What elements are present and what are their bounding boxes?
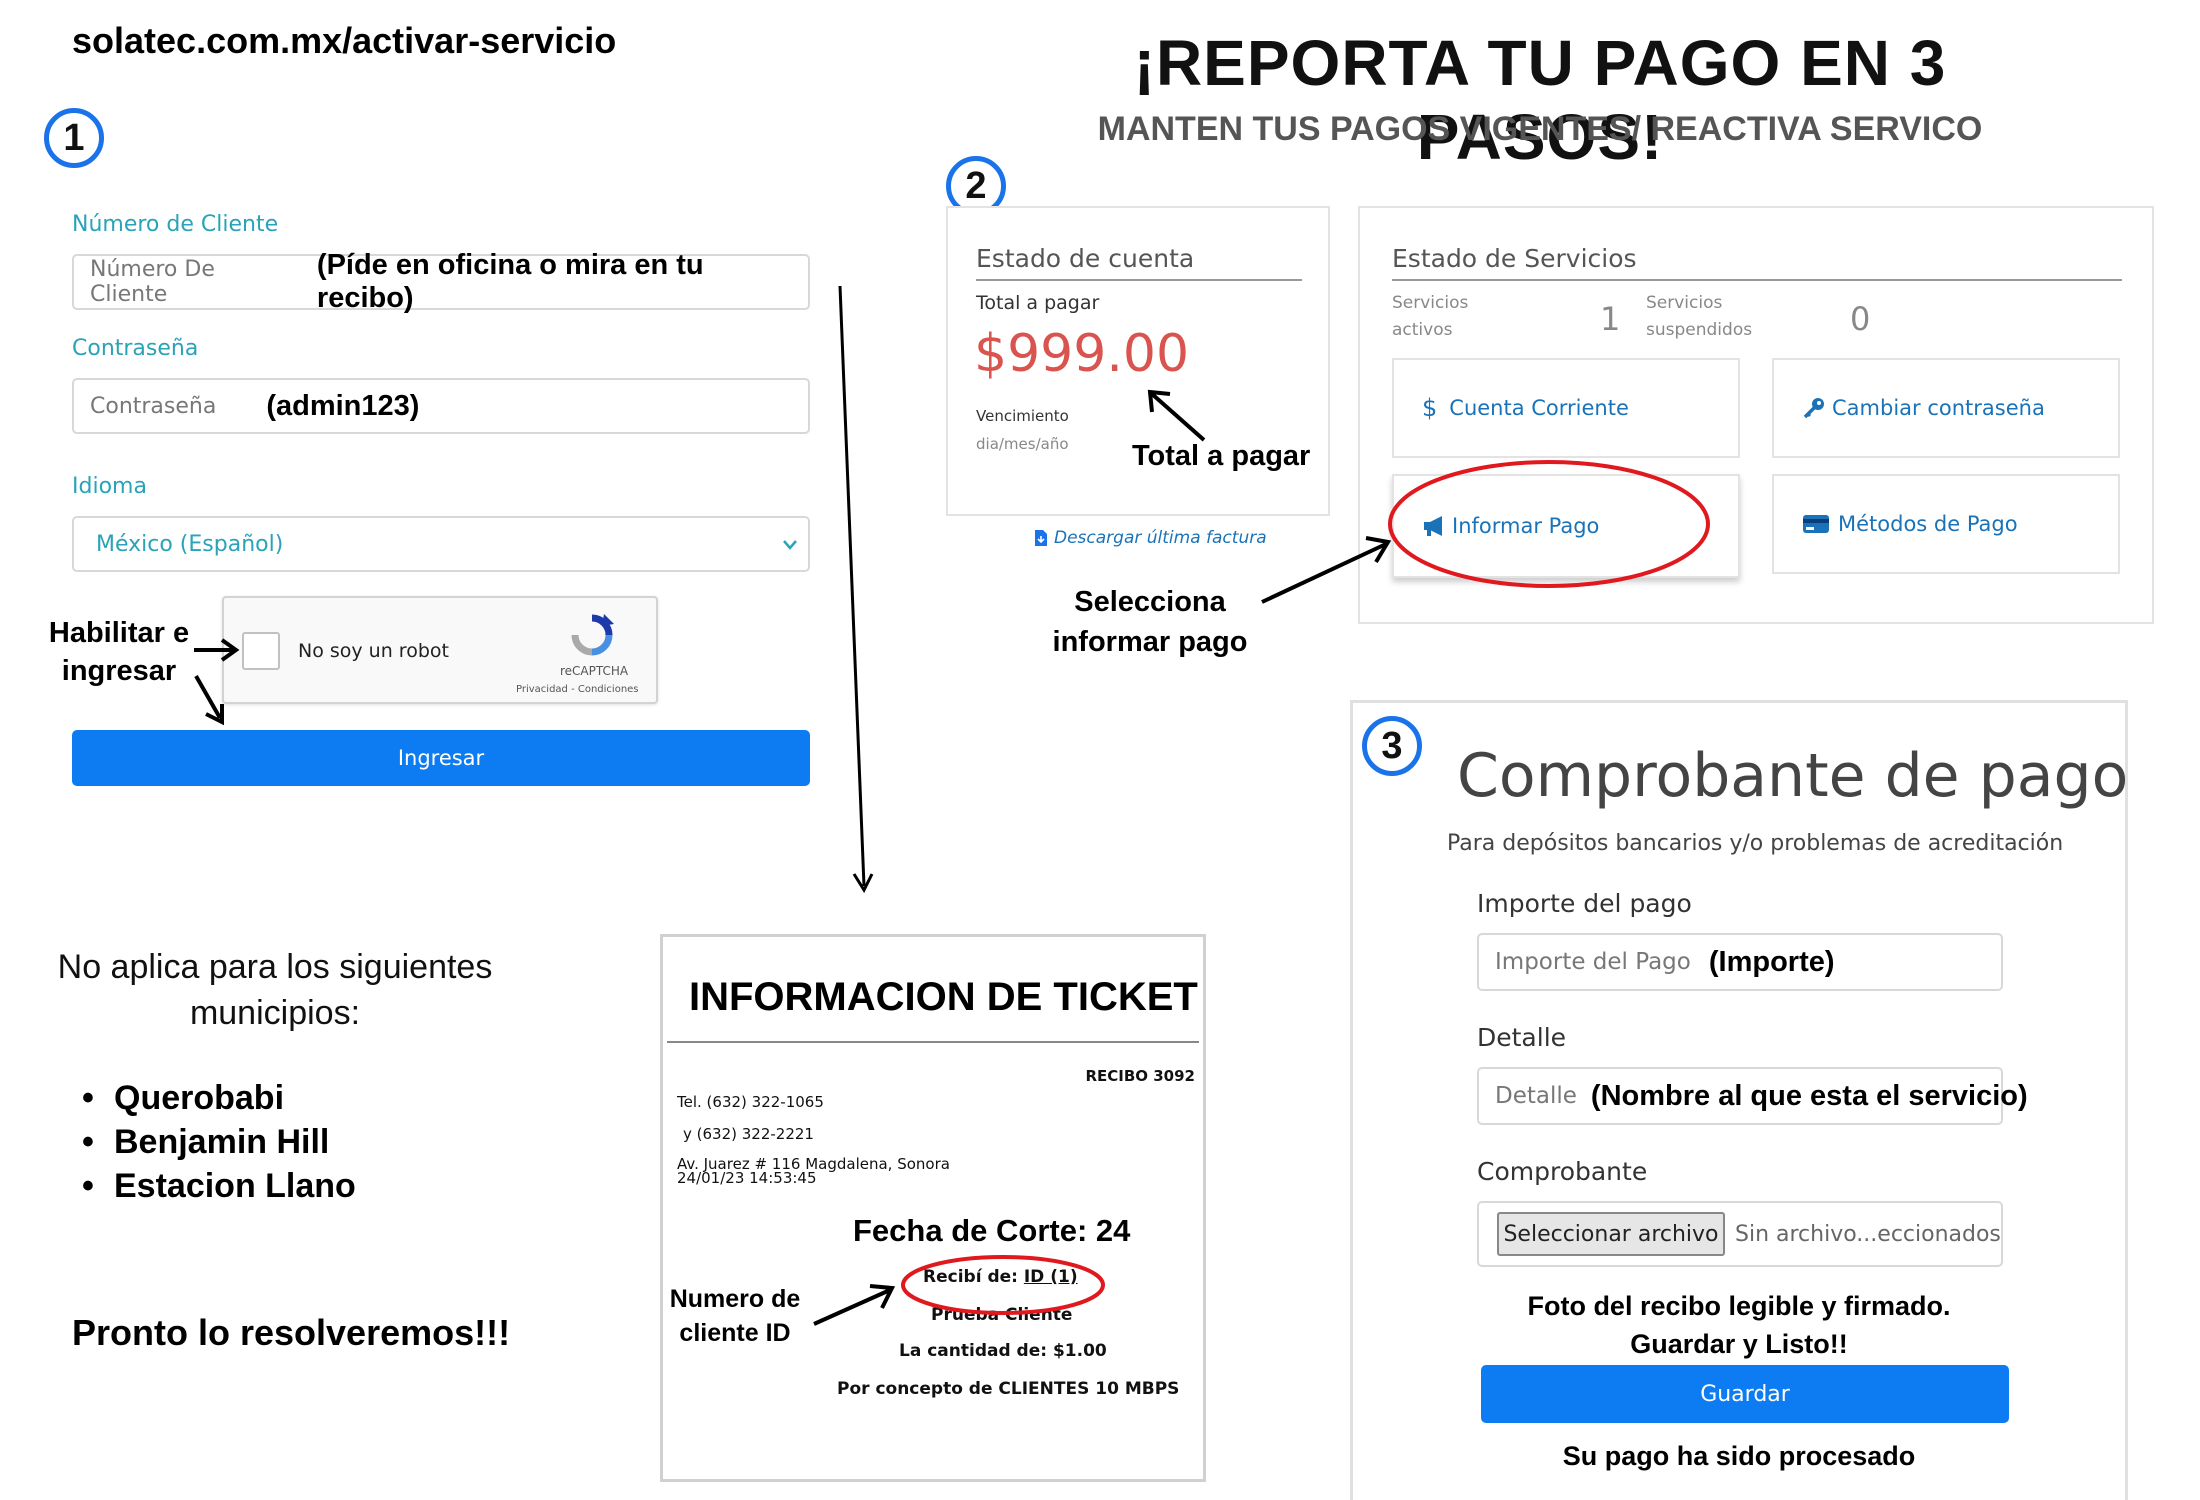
step-3-badge: 3 [1362,716,1422,776]
site-url: solatec.com.mx/activar-servicio [72,20,617,61]
login-button[interactable]: Ingresar [72,730,810,786]
current-account-label: Cuenta Corriente [1449,396,1629,420]
amount-input[interactable]: Importe del Pago (Importe) [1477,933,2003,991]
processed-note: Su pago ha sido procesado [1562,1441,1916,1471]
detail-note: (Nombre al que esta el servicio) [1590,1079,2028,1112]
ticket-concept: Por concepto de CLIENTES 10 MBPS [837,1379,1180,1399]
file-status: Sin archivo...eccionados [1735,1221,2001,1247]
municipality-notice: No aplica para los siguientes municipios… [57,948,493,1032]
download-invoice-link[interactable]: Descargar última factura [1034,528,1267,548]
client-number-input[interactable]: Número De Cliente (Píde en oficina o mir… [72,249,810,314]
page-title: ¡REPORTA TU PAGO EN 3 PASOS! [1133,27,1947,173]
file-label: Comprobante [1477,1157,1648,1186]
change-password-label: Cambiar contraseña [1832,396,2045,420]
due-label: Vencimiento [976,407,1069,425]
client-number-note: (Píde en oficina o mira en tu recibo) [316,249,704,314]
chevron-down-icon [783,540,797,550]
recaptcha-logo-icon [571,614,614,656]
resolve-note: Pronto lo resolveremos!!! [72,1312,511,1353]
recaptcha-brand: reCAPTCHA [560,664,629,678]
download-invoice-label: Descargar última factura [1054,528,1267,548]
password-note: (admin123) [266,389,420,422]
detail-placeholder: Detalle [1495,1083,1577,1109]
payment-proof-panel: Comprobante de pago Para depósitos banca… [1350,700,2128,1500]
suspended-services-label: Servicios suspendidos [1646,293,1753,341]
photo-note: Foto del recibo legible y firmado. Guard… [1353,1287,2125,1363]
suspended-services-count: 0 [1850,300,1871,338]
total-note: Total a pagar [1132,440,1311,472]
highlight-ellipse [1388,460,1710,588]
credit-card-icon [1803,515,1829,533]
client-id-note: Numero de cliente ID [669,1285,801,1347]
change-password-button[interactable]: Cambiar contraseña [1772,358,2120,458]
municipality-list: Querobabi Benjamin Hill Estacion Llano [78,1076,356,1208]
ticket-panel: INFORMACION DE TICKET RECIBO 3092 Tel. (… [660,934,1206,1482]
ticket-title: INFORMACION DE TICKET [689,975,1198,1019]
arrow-icon [813,1284,896,1326]
language-select[interactable]: México (Español) [72,516,810,572]
amount-placeholder: Importe del Pago [1495,949,1691,975]
list-item: Estacion Llano [78,1164,356,1208]
step-1-badge: 1 [44,108,104,168]
password-label: Contraseña [72,336,199,361]
recaptcha-links[interactable]: Privacidad - Condiciones [516,684,639,695]
password-input[interactable]: Contraseña (admin123) [72,378,810,434]
recaptcha-widget: No soy un robot reCAPTCHA Privacidad - C… [222,596,658,704]
list-item: Benjamin Hill [78,1120,356,1164]
password-placeholder: Contraseña [90,393,217,419]
recaptcha-label: No soy un robot [298,640,449,662]
page-subtitle: MANTEN TUS PAGOS VIGENTES/ REACTIVA SERV… [1097,110,1983,148]
proof-subtitle: Para depósitos bancarios y/o problemas d… [1447,831,2064,856]
language-value: México (Español) [96,532,284,557]
account-heading: Estado de cuenta [976,244,1302,281]
amount-label: Importe del pago [1477,889,1692,918]
ticket-phone-1: Tel. (632) 322-1065 [677,1093,824,1111]
receipt-number: RECIBO 3092 [1085,1067,1195,1085]
due-date: dia/mes/año [976,435,1069,453]
active-services-label: Servicios activos [1392,293,1469,341]
total-amount: $999.00 [974,324,1190,384]
ticket-datetime: 24/01/23 14:53:45 [677,1169,817,1187]
file-input[interactable]: Seleccionar archivo Sin archivo...eccion… [1477,1201,2003,1267]
highlight-ellipse [901,1255,1105,1315]
payment-methods-label: Métodos de Pago [1838,512,2018,536]
file-download-icon [1035,530,1047,546]
ticket-amount: La cantidad de: $1.00 [899,1341,1107,1361]
proof-title: Comprobante de pago [1457,741,2129,811]
cutoff-date: Fecha de Corte: 24 [853,1213,1131,1248]
select-report-note: Selecciona informar pago [1052,586,1248,658]
ticket-phone-2: y (632) 322-2221 [683,1125,814,1143]
active-services-count: 1 [1600,300,1621,338]
payment-methods-button[interactable]: Métodos de Pago [1772,474,2120,574]
arrow-icon [194,638,240,726]
current-account-button[interactable]: $ Cuenta Corriente [1392,358,1740,458]
ticket-divider [667,1041,1199,1043]
detail-input[interactable]: Detalle (Nombre al que esta el servicio) [1477,1067,2028,1125]
language-label: Idioma [72,474,147,499]
dollar-icon: $ [1422,394,1438,422]
amount-note: (Importe) [1708,945,1835,978]
client-number-label: Número de Cliente [72,212,279,237]
client-number-placeholder: Número De Cliente [90,257,215,307]
photo-note-line-1: Foto del recibo legible y firmado. [1527,1291,1951,1321]
detail-label: Detalle [1477,1023,1567,1052]
total-label: Total a pagar [976,292,1100,314]
arrow-icon [1147,389,1206,442]
list-item: Querobabi [78,1076,356,1120]
select-file-button[interactable]: Seleccionar archivo [1497,1212,1725,1256]
photo-note-line-2: Guardar y Listo!! [1630,1329,1848,1359]
key-icon [1803,398,1824,419]
enable-login-note: Habilitar e ingresar [48,617,190,687]
services-heading: Estado de Servicios [1392,244,2122,281]
long-arrow-icon [838,285,874,894]
save-button[interactable]: Guardar [1481,1365,2009,1423]
